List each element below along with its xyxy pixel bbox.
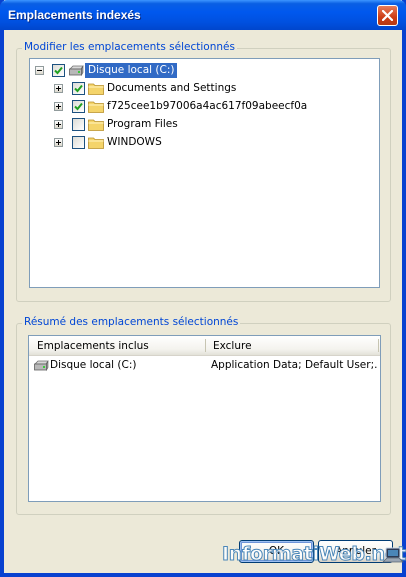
tree-item-documents-and-settings[interactable]: Documents and Settings bbox=[30, 80, 379, 98]
expand-toggle[interactable] bbox=[54, 138, 63, 147]
modify-locations-legend: Modifier les emplacements sélectionnés bbox=[22, 41, 237, 53]
tree-item-windows[interactable]: WINDOWS bbox=[30, 134, 379, 152]
tree-item-program-files[interactable]: Program Files bbox=[30, 116, 379, 134]
title-bar[interactable]: Emplacements indexés bbox=[0, 0, 406, 30]
tree-item-label: Documents and Settings bbox=[107, 82, 237, 94]
window-title: Emplacements indexés bbox=[8, 8, 141, 22]
laptop-icon bbox=[382, 547, 404, 563]
summary-legend: Résumé des emplacements sélectionnés bbox=[22, 316, 241, 328]
excluded-locations: Application Data; Default User;... bbox=[211, 359, 377, 371]
tree-item-disque-local[interactable]: Disque local (C:) bbox=[30, 62, 379, 80]
tree-checkbox[interactable] bbox=[72, 82, 85, 95]
tree-checkbox[interactable] bbox=[72, 118, 85, 131]
tree-item-label: Program Files bbox=[107, 118, 178, 130]
expand-toggle[interactable] bbox=[54, 120, 63, 129]
tree-checkbox[interactable] bbox=[72, 136, 85, 149]
tree-item-label: WINDOWS bbox=[107, 136, 162, 148]
column-header-exclude[interactable]: Exclure bbox=[213, 340, 252, 352]
expand-toggle[interactable] bbox=[54, 84, 63, 93]
folder-icon bbox=[88, 137, 104, 149]
checkmark-icon bbox=[74, 102, 83, 111]
tree-item-label: Disque local (C:) bbox=[85, 63, 178, 78]
folder-icon bbox=[88, 119, 104, 131]
watermark: InformatiWeb.net bbox=[221, 543, 406, 573]
locations-tree[interactable]: Disque local (C:) Documents and Settings… bbox=[29, 58, 380, 288]
expand-toggle[interactable] bbox=[54, 102, 63, 111]
folder-icon bbox=[88, 83, 104, 95]
checkmark-icon bbox=[54, 66, 63, 75]
drive-icon bbox=[34, 360, 49, 372]
drive-icon bbox=[69, 65, 84, 77]
collapse-toggle[interactable] bbox=[35, 66, 44, 75]
tree-item-label: f725cee1b97006a4ac617f09abeecf0a bbox=[107, 100, 308, 112]
tree-checkbox[interactable] bbox=[52, 64, 65, 77]
column-separator[interactable] bbox=[205, 339, 206, 352]
close-icon bbox=[382, 10, 393, 21]
folder-icon bbox=[88, 101, 104, 113]
column-header-included[interactable]: Emplacements inclus bbox=[37, 340, 149, 352]
summary-list[interactable]: Emplacements inclus Exclure Disque local… bbox=[28, 335, 381, 502]
list-header: Emplacements inclus Exclure bbox=[29, 336, 380, 356]
included-location: Disque local (C:) bbox=[50, 359, 137, 371]
close-button[interactable] bbox=[377, 5, 398, 26]
watermark-text: InformatiWeb.net bbox=[221, 543, 406, 566]
tree-checkbox[interactable] bbox=[72, 100, 85, 113]
list-item[interactable]: Disque local (C:) Application Data; Defa… bbox=[29, 357, 380, 375]
tree-item-f725cee1b97006a4ac617f09abeecf0a[interactable]: f725cee1b97006a4ac617f09abeecf0a bbox=[30, 98, 379, 116]
column-separator[interactable] bbox=[378, 339, 379, 352]
checkmark-icon bbox=[74, 84, 83, 93]
